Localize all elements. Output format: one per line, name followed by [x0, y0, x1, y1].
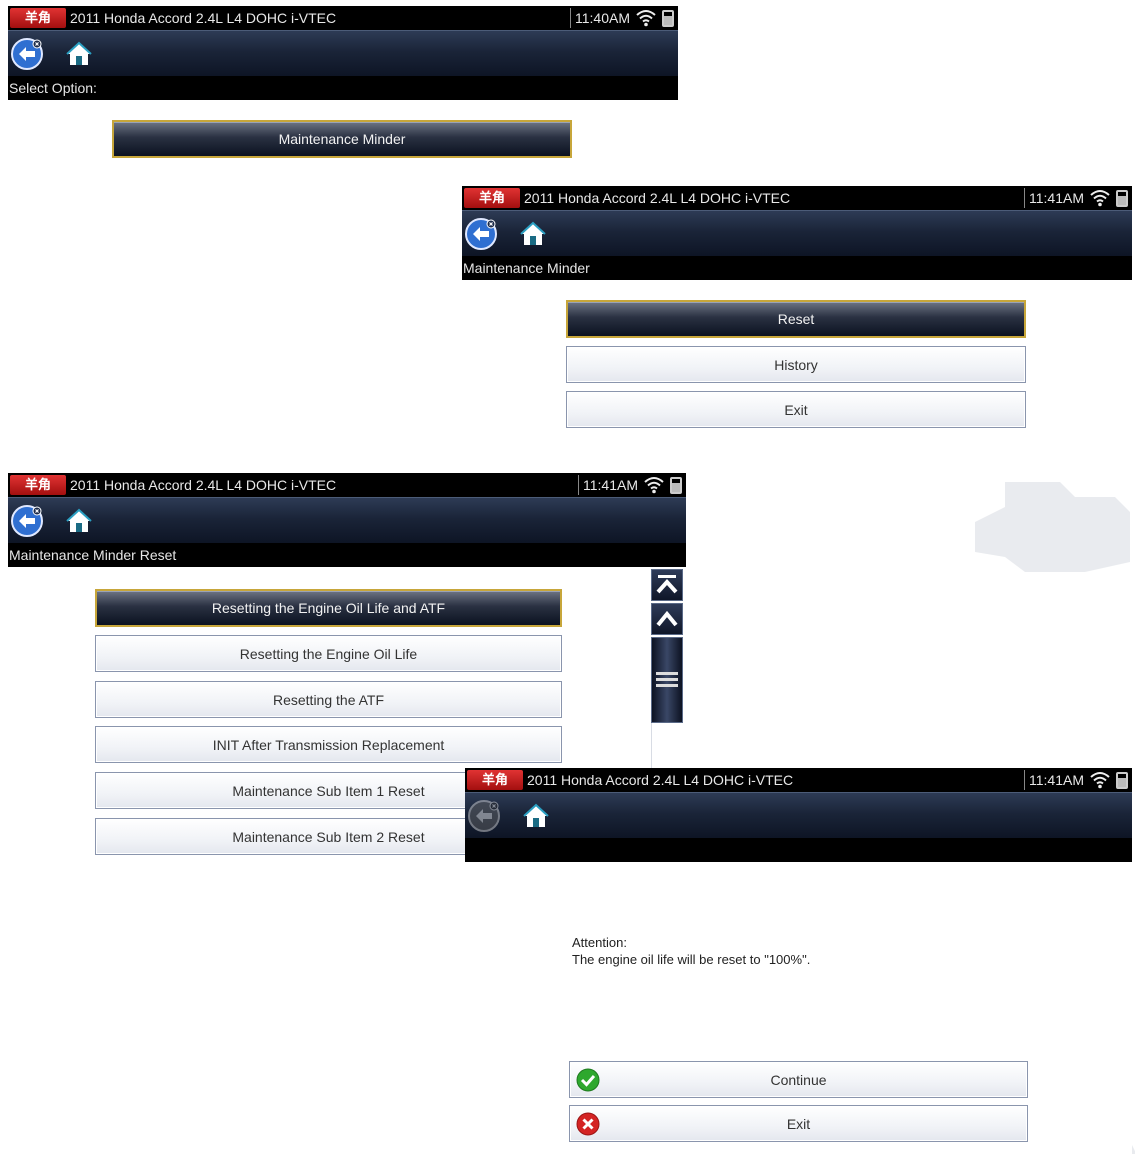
status-area: 11:41AM — [578, 475, 682, 495]
maintenance-minder-button[interactable]: Maintenance Minder — [112, 120, 572, 158]
app-logo: 羊角 — [464, 188, 520, 208]
scroll-top-button[interactable] — [651, 569, 683, 601]
app-logo: 羊角 — [10, 475, 66, 495]
clock: 11:41AM — [578, 475, 644, 495]
home-icon[interactable] — [516, 217, 550, 251]
app-logo: 羊角 — [10, 8, 66, 28]
back-arrow-icon[interactable] — [464, 217, 498, 251]
home-icon[interactable] — [62, 504, 96, 538]
screen-maintenance-minder: 羊角 2011 Honda Accord 2.4L L4 DOHC i-VTEC… — [462, 186, 1132, 432]
breadcrumb: Select Option: — [8, 76, 678, 100]
battery-icon — [670, 476, 682, 494]
continue-label: Continue — [770, 1071, 827, 1088]
breadcrumb: Maintenance Minder Reset — [8, 543, 686, 567]
toolbar — [8, 497, 686, 544]
breadcrumb: Maintenance Minder — [462, 256, 1132, 280]
reset-button[interactable]: Reset — [566, 300, 1026, 338]
attention-title: Attention: — [572, 935, 627, 950]
clock: 11:41AM — [1024, 770, 1090, 790]
screen-select-option: 羊角 2011 Honda Accord 2.4L L4 DOHC i-VTEC… — [8, 6, 678, 166]
back-arrow-icon[interactable] — [10, 504, 44, 538]
breadcrumb — [465, 838, 1132, 862]
title-bar: 羊角 2011 Honda Accord 2.4L L4 DOHC i-VTEC… — [462, 186, 1132, 210]
battery-icon — [1116, 771, 1128, 789]
init-after-transmission-button[interactable]: INIT After Transmission Replacement — [95, 726, 562, 763]
toolbar — [8, 30, 678, 77]
exit-label: Exit — [786, 1115, 811, 1132]
scroll-top-icon — [656, 575, 678, 594]
clock: 11:40AM — [570, 8, 636, 28]
back-arrow-icon — [467, 799, 501, 833]
screen-reset-confirmation: 羊角 2011 Honda Accord 2.4L L4 DOHC i-VTEC… — [465, 768, 1132, 1162]
battery-icon — [662, 9, 674, 27]
clock: 11:41AM — [1024, 188, 1090, 208]
status-area: 11:41AM — [1024, 188, 1128, 208]
scroll-up-icon — [656, 610, 678, 627]
toolbar — [462, 210, 1132, 257]
exit-button[interactable]: Exit — [569, 1105, 1028, 1142]
reset-atf-button[interactable]: Resetting the ATF — [95, 681, 562, 718]
vehicle-title: 2011 Honda Accord 2.4L L4 DOHC i-VTEC — [527, 772, 794, 788]
continue-button[interactable]: Continue — [569, 1061, 1028, 1098]
engine-watermark-icon — [975, 482, 1130, 572]
status-area: 11:41AM — [1024, 770, 1128, 790]
vehicle-title: 2011 Honda Accord 2.4L L4 DOHC i-VTEC — [70, 477, 337, 493]
home-icon[interactable] — [62, 37, 96, 71]
app-logo: 羊角 — [467, 770, 523, 790]
battery-icon — [1116, 189, 1128, 207]
wifi-icon — [636, 9, 656, 27]
vehicle-title: 2011 Honda Accord 2.4L L4 DOHC i-VTEC — [70, 10, 337, 26]
toolbar — [465, 792, 1132, 839]
title-bar: 羊角 2011 Honda Accord 2.4L L4 DOHC i-VTEC… — [8, 473, 686, 497]
vehicle-title: 2011 Honda Accord 2.4L L4 DOHC i-VTEC — [524, 190, 791, 206]
wifi-icon — [1090, 189, 1110, 207]
reset-oil-life-and-atf-button[interactable]: Resetting the Engine Oil Life and ATF — [95, 589, 562, 627]
status-area: 11:40AM — [570, 8, 674, 28]
reset-oil-life-button[interactable]: Resetting the Engine Oil Life — [95, 635, 562, 672]
history-button[interactable]: History — [566, 346, 1026, 383]
scroll-thumb[interactable] — [651, 637, 683, 723]
title-bar: 羊角 2011 Honda Accord 2.4L L4 DOHC i-VTEC… — [8, 6, 678, 30]
back-arrow-icon[interactable] — [10, 37, 44, 71]
x-icon — [576, 1112, 600, 1136]
scroll-up-button[interactable] — [651, 603, 683, 635]
home-icon[interactable] — [519, 799, 553, 833]
attention-message: The engine oil life will be reset to "10… — [572, 952, 811, 967]
exit-button[interactable]: Exit — [566, 391, 1026, 428]
wifi-icon — [1090, 771, 1110, 789]
wifi-icon — [644, 476, 664, 494]
scroll-grip-icon — [656, 672, 678, 687]
check-icon — [576, 1068, 600, 1092]
title-bar: 羊角 2011 Honda Accord 2.4L L4 DOHC i-VTEC… — [465, 768, 1132, 792]
